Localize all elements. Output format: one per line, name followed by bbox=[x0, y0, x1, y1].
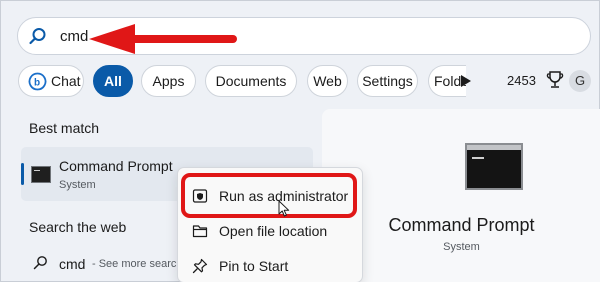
start-search-panel: cmd b Chat All Apps Documents Web Settin… bbox=[0, 0, 600, 282]
annotation-arrow-icon bbox=[89, 24, 237, 54]
best-match-heading: Best match bbox=[29, 120, 100, 136]
filter-bar: b Chat All Apps Documents Web Settings F… bbox=[18, 65, 600, 97]
best-match-subtitle: System bbox=[59, 179, 96, 191]
filter-chip-apps[interactable]: Apps bbox=[141, 65, 196, 97]
search-input[interactable]: cmd bbox=[60, 28, 88, 45]
annotation-highlight-box bbox=[181, 173, 357, 218]
command-prompt-large-icon bbox=[465, 143, 523, 190]
folder-icon bbox=[192, 225, 208, 238]
search-icon bbox=[29, 28, 46, 45]
filter-chip-chat[interactable]: b Chat bbox=[18, 65, 84, 97]
selection-accent-bar bbox=[21, 163, 24, 185]
pin-icon bbox=[192, 258, 208, 274]
filter-chip-documents[interactable]: Documents bbox=[205, 65, 297, 97]
command-prompt-icon bbox=[31, 166, 51, 183]
filter-chip-all[interactable]: All bbox=[93, 65, 133, 97]
web-search-result[interactable]: cmd - See more search bbox=[29, 251, 183, 277]
mouse-cursor-icon bbox=[278, 200, 290, 217]
search-web-heading: Search the web bbox=[29, 219, 127, 235]
preview-subtitle: System bbox=[443, 241, 480, 253]
web-search-icon bbox=[33, 256, 47, 270]
copilot-chat-icon: b bbox=[28, 72, 47, 91]
menu-item-label: Pin to Start bbox=[219, 258, 289, 274]
preview-pane: Command Prompt System bbox=[322, 109, 600, 282]
rewards-points: 2453 bbox=[507, 73, 536, 88]
menu-item-label: Open file location bbox=[219, 223, 328, 239]
more-filters-play-icon[interactable] bbox=[460, 74, 472, 88]
filter-chip-web[interactable]: Web bbox=[307, 65, 348, 97]
account-avatar[interactable]: G bbox=[569, 70, 591, 92]
web-search-hint: - See more search bbox=[92, 258, 183, 270]
menu-item-pin-to-start[interactable]: Pin to Start bbox=[178, 251, 362, 281]
preview-title: Command Prompt bbox=[388, 215, 535, 235]
filter-chip-chat-label: Chat bbox=[51, 73, 81, 89]
filter-chip-settings[interactable]: Settings bbox=[357, 65, 418, 97]
web-search-term: cmd bbox=[59, 256, 86, 272]
svg-text:b: b bbox=[34, 78, 40, 89]
rewards-trophy-icon[interactable] bbox=[546, 69, 564, 91]
menu-item-open-file-location[interactable]: Open file location bbox=[178, 216, 362, 246]
best-match-title: Command Prompt bbox=[59, 158, 173, 174]
